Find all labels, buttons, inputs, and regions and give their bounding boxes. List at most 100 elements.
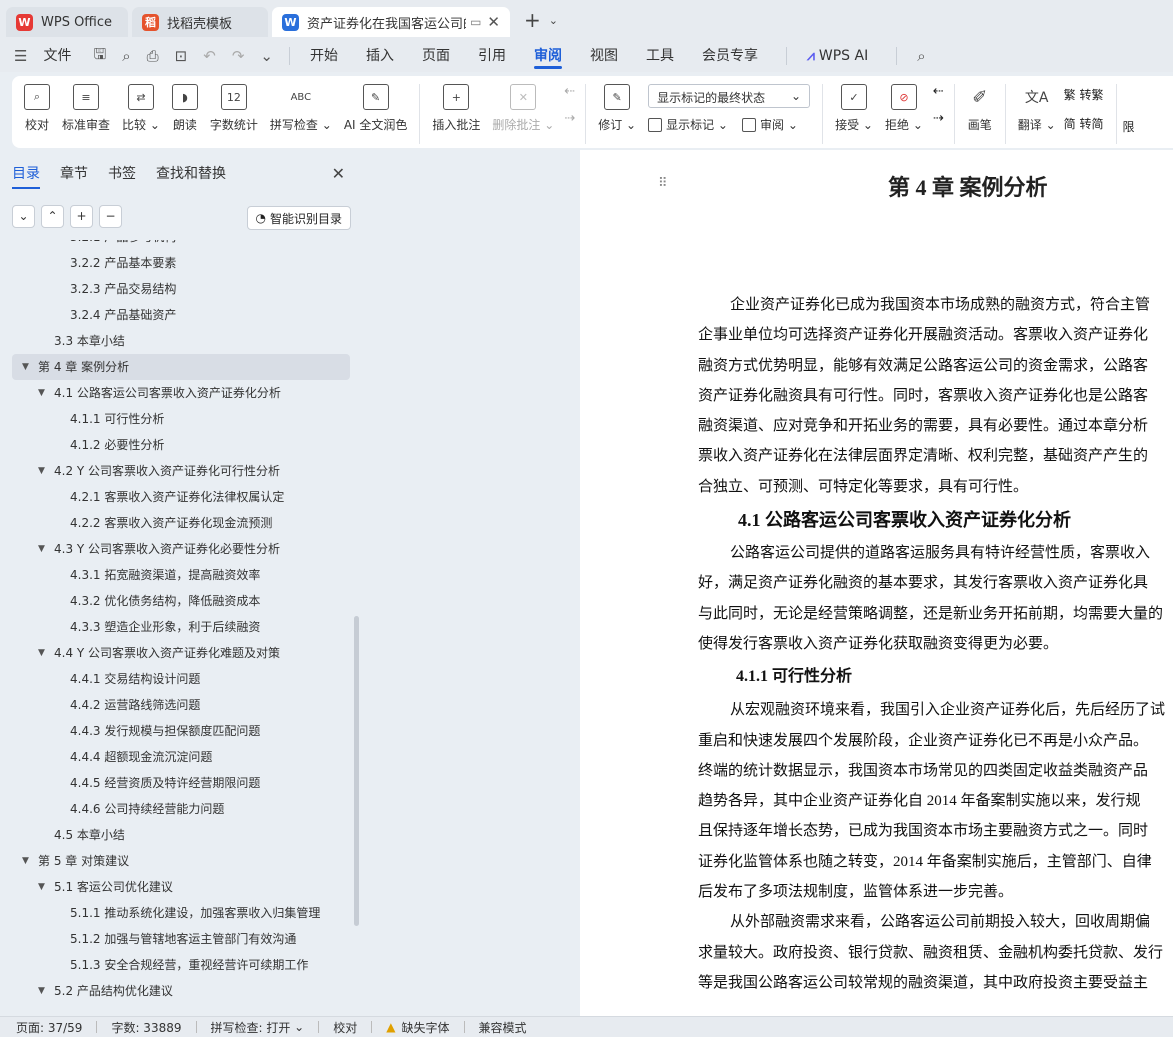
document-body[interactable]: 企业资产证券化已成为我国资本市场成熟的融资方式，符合主管 企事业单位均可选择资产证… bbox=[698, 290, 1173, 998]
reject-button[interactable]: ⊘ 拒绝 ⌄ bbox=[885, 84, 923, 133]
prev-change-icon[interactable]: ⇠ bbox=[933, 84, 944, 99]
read-aloud-button[interactable]: ◗ 朗读 bbox=[171, 84, 198, 133]
smart-toc-button[interactable]: ◔ 智能识别目录 bbox=[246, 206, 351, 230]
next-comment-icon[interactable]: ⇢ bbox=[564, 111, 575, 126]
toc-item[interactable]: 4.3.2 优化债务结构，降低融资成本 bbox=[12, 588, 350, 614]
toc-item[interactable]: 4.2.1 客票收入资产证券化法律权属认定 bbox=[12, 484, 350, 510]
menu-member[interactable]: 会员专享 bbox=[702, 40, 758, 72]
chevron-down-icon[interactable]: ⌄ bbox=[260, 47, 273, 65]
expand-arrow-icon[interactable]: ▼ bbox=[38, 458, 45, 484]
toc-item[interactable]: 4.4.6 公司持续经营能力问题 bbox=[12, 796, 350, 822]
tab-sections[interactable]: 章节 bbox=[60, 163, 88, 183]
toc-item[interactable]: 4.4.5 经营资质及特许经营期限问题 bbox=[12, 770, 350, 796]
spell-check-button[interactable]: ABC 拼写检查 ⌄ bbox=[270, 84, 332, 133]
drag-handle-icon[interactable]: ⠿ bbox=[658, 176, 668, 191]
expand-arrow-icon[interactable]: ▼ bbox=[38, 978, 45, 1004]
proof-status[interactable]: 校对 bbox=[333, 1019, 357, 1036]
toc-item[interactable]: 3.2.2 产品基本要素 bbox=[12, 250, 350, 276]
translate-button[interactable]: 文A 翻译 ⌄ bbox=[1018, 84, 1056, 133]
tab-document[interactable]: W 资产证券化在我国客运公司的 ▭ ✕ bbox=[272, 7, 510, 37]
word-count-button[interactable]: 12 字数统计 bbox=[210, 84, 258, 133]
menu-review[interactable]: 审阅 bbox=[533, 40, 562, 72]
markup-mode-select[interactable]: 显示标记的最终状态 ⌄ bbox=[648, 84, 811, 108]
expand-arrow-icon[interactable]: ▼ bbox=[38, 536, 45, 562]
accept-button[interactable]: ✓ 接受 ⌄ bbox=[835, 84, 873, 133]
tab-bookmarks[interactable]: 书签 bbox=[108, 163, 136, 183]
toc-item[interactable]: 4.5 本章小结 bbox=[12, 822, 350, 848]
undo-icon[interactable]: ↶ bbox=[203, 47, 216, 65]
document-page[interactable]: ⠿ 第 4 章 案例分析 企业资产证券化已成为我国资本市场成熟的融资方式，符合主… bbox=[580, 150, 1173, 1016]
save-icon[interactable]: 🖫 bbox=[93, 44, 106, 69]
toc-item[interactable]: ▼ 4.1 公路客运公司客票收入资产证券化分析 bbox=[12, 380, 350, 406]
insert-comment-button[interactable]: + 插入批注 bbox=[432, 84, 480, 133]
tab-wps-office[interactable]: W WPS Office bbox=[6, 7, 128, 37]
remove-icon[interactable]: − bbox=[99, 204, 122, 228]
close-icon[interactable]: ✕ bbox=[332, 164, 345, 183]
toc-item[interactable]: 5.1.3 安全合规经营，重视经营许可续期工作 bbox=[12, 952, 350, 978]
menu-insert[interactable]: 插入 bbox=[366, 40, 394, 72]
add-icon[interactable]: + bbox=[70, 204, 93, 228]
expand-down-icon[interactable]: ⌄ bbox=[12, 204, 35, 228]
restrict-button[interactable]: 限 bbox=[1123, 118, 1135, 135]
menu-view[interactable]: 视图 bbox=[590, 40, 618, 72]
tab-find-replace[interactable]: 查找和替换 bbox=[156, 163, 226, 183]
toc-item[interactable]: 4.2.2 客票收入资产证券化现金流预测 bbox=[12, 510, 350, 536]
show-markup-button[interactable]: 显示标记 ⌄ bbox=[648, 116, 728, 133]
menu-references[interactable]: 引用 bbox=[478, 40, 506, 72]
toc-item[interactable]: 4.4.1 交易结构设计问题 bbox=[12, 666, 350, 692]
missing-font-status[interactable]: ▲ 缺失字体 bbox=[386, 1019, 449, 1036]
print-preview-icon[interactable]: ⊡ bbox=[175, 47, 188, 65]
standard-review-button[interactable]: ≡ 标准审查 bbox=[62, 84, 110, 133]
redo-icon[interactable]: ↷ bbox=[232, 47, 245, 65]
expand-arrow-icon[interactable]: ▼ bbox=[22, 848, 29, 874]
toc-item[interactable]: 4.1.1 可行性分析 bbox=[12, 406, 350, 432]
toc-item[interactable]: ▼ 4.2 Y 公司客票收入资产证券化可行性分析 bbox=[12, 458, 350, 484]
export-icon[interactable]: ⌕ bbox=[122, 47, 130, 65]
track-changes-button[interactable]: ✎ 修订 ⌄ bbox=[598, 84, 636, 133]
toc-item[interactable]: ▼ 第 4 章 案例分析 bbox=[12, 354, 350, 380]
toc-item[interactable]: ▼ 5.1 客运公司优化建议 bbox=[12, 874, 350, 900]
page-indicator[interactable]: 页面: 37/59 bbox=[16, 1019, 82, 1036]
expand-arrow-icon[interactable]: ▼ bbox=[22, 354, 29, 380]
proofread-button[interactable]: ⌕ 校对 bbox=[24, 84, 50, 133]
search-icon[interactable]: ⌕ bbox=[917, 47, 925, 65]
toc-item[interactable]: ▼ 4.3 Y 公司客票收入资产证券化必要性分析 bbox=[12, 536, 350, 562]
next-change-icon[interactable]: ⇢ bbox=[933, 111, 944, 126]
collapse-up-icon[interactable]: ⌃ bbox=[41, 204, 64, 228]
delete-comment-button[interactable]: ✕ 删除批注 ⌄ bbox=[492, 84, 554, 133]
toc-item[interactable]: 5.1.1 推动系统化建设，加强客票收入归集管理 bbox=[12, 900, 350, 926]
toc-item[interactable]: 4.4.3 发行规模与担保额度匹配问题 bbox=[12, 718, 350, 744]
to-traditional-button[interactable]: 繁 转繁 bbox=[1064, 86, 1104, 103]
ai-polish-button[interactable]: ✎ AI 全文润色 bbox=[344, 84, 407, 133]
new-tab-icon[interactable]: + bbox=[524, 8, 541, 32]
toc-item[interactable]: 3.2.3 产品交易结构 bbox=[12, 276, 350, 302]
to-simplified-button[interactable]: 简 转简 bbox=[1064, 115, 1104, 132]
review-pane-button[interactable]: 审阅 ⌄ bbox=[741, 116, 798, 133]
toc-item[interactable]: 4.1.2 必要性分析 bbox=[12, 432, 350, 458]
chevron-down-icon[interactable]: ⌄ bbox=[549, 14, 558, 27]
expand-arrow-icon[interactable]: ▼ bbox=[38, 874, 45, 900]
close-icon[interactable]: ✕ bbox=[487, 13, 500, 31]
prev-comment-icon[interactable]: ⇠ bbox=[564, 84, 575, 99]
hamburger-icon[interactable]: ☰ bbox=[14, 47, 27, 65]
menu-home[interactable]: 开始 bbox=[310, 40, 338, 72]
pen-button[interactable]: ✐ 画笔 bbox=[967, 84, 993, 133]
toc-item[interactable]: 3.3 本章小结 bbox=[12, 328, 350, 354]
menu-file[interactable]: 文件 bbox=[43, 40, 71, 72]
toc-item[interactable]: 4.4.2 运营路线筛选问题 bbox=[12, 692, 350, 718]
menu-page[interactable]: 页面 bbox=[422, 40, 450, 72]
menu-wps-ai[interactable]: ⩘ WPS AI bbox=[807, 40, 868, 72]
scrollbar[interactable] bbox=[354, 616, 359, 926]
tab-toc[interactable]: 目录 bbox=[12, 163, 40, 189]
window-icon[interactable]: ▭ bbox=[470, 15, 481, 29]
compare-button[interactable]: ⇄ 比较 ⌄ bbox=[122, 84, 160, 133]
expand-arrow-icon[interactable]: ▼ bbox=[38, 640, 45, 666]
spell-check-status[interactable]: 拼写检查: 打开 ⌄ bbox=[211, 1019, 305, 1036]
toc-item[interactable]: ▼ 第 5 章 对策建议 bbox=[12, 848, 350, 874]
print-icon[interactable]: ⎙ bbox=[147, 47, 159, 65]
word-count-status[interactable]: 字数: 33889 bbox=[111, 1019, 181, 1036]
toc-item[interactable]: 3.2.1 产品参与机构 bbox=[12, 240, 350, 250]
menu-tools[interactable]: 工具 bbox=[646, 40, 674, 72]
toc-item[interactable]: ▼ 5.2 产品结构优化建议 bbox=[12, 978, 350, 1004]
expand-arrow-icon[interactable]: ▼ bbox=[38, 380, 45, 406]
